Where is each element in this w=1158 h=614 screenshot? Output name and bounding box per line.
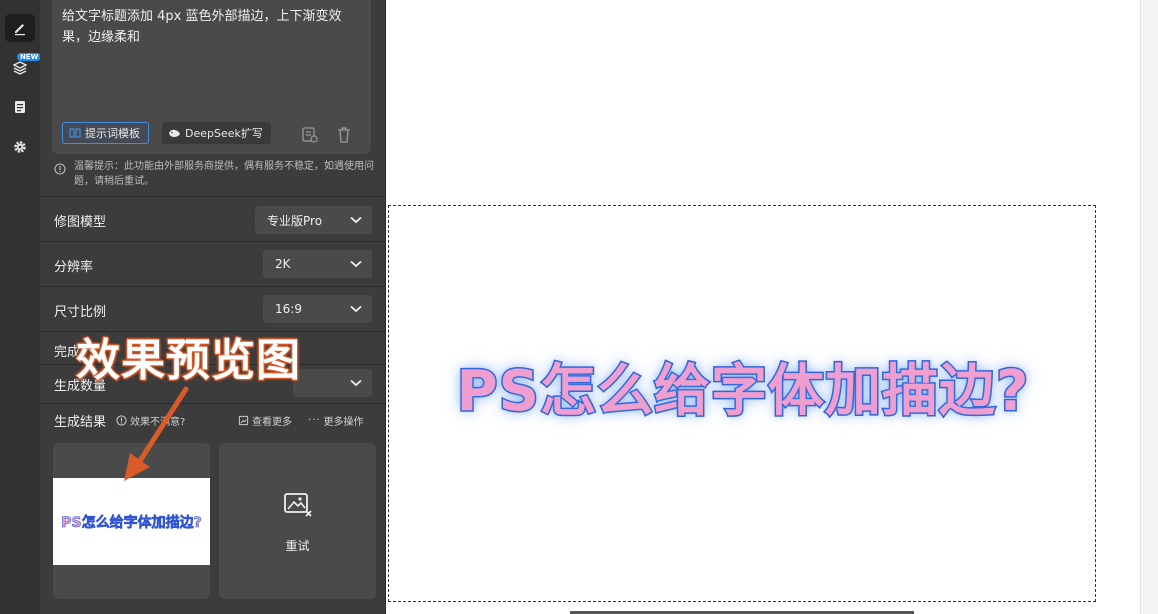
- service-notice: 温馨提示：此功能由外部服务商提供，偶有服务不稳定，如遇使用问题，请稍后重试。: [54, 159, 374, 189]
- more-actions-text: 更多操作: [323, 417, 364, 428]
- annotation-label: 效果预览图: [75, 334, 301, 387]
- resolution-select[interactable]: 2K: [263, 250, 372, 278]
- view-more-text: 查看更多: [252, 417, 292, 428]
- book-icon: [69, 128, 81, 138]
- settings-tool-button[interactable]: [5, 133, 35, 161]
- edit-tool-button[interactable]: [5, 14, 35, 42]
- notice-text: 温馨提示：此功能由外部服务商提供，偶有服务不稳定，如遇使用问题，请稍后重试。: [74, 161, 374, 187]
- divider: [40, 286, 385, 287]
- ai-edit-panel: 给文字标题添加 4px 蓝色外部描边，上下渐变效果，边缘柔和 提示词模板 Dee…: [40, 0, 386, 614]
- prompt-template-button[interactable]: 提示词模板: [62, 122, 149, 144]
- prompt-history-icon[interactable]: [301, 126, 319, 144]
- aspect-value: 16:9: [275, 302, 302, 316]
- chevron-down-icon: [350, 379, 362, 387]
- aspect-label: 尺寸比例: [54, 305, 107, 320]
- clipboard-icon: [15, 101, 25, 113]
- chevron-down-icon: [350, 216, 362, 224]
- ellipsis-icon: ···: [308, 415, 321, 426]
- resolution-value: 2K: [275, 257, 291, 271]
- chevron-down-icon: [350, 260, 362, 268]
- prompt-text[interactable]: 给文字标题添加 4px 蓝色外部描边，上下渐变效果，边缘柔和: [62, 6, 358, 48]
- new-badge: NEW: [17, 53, 42, 61]
- result-thumbnail[interactable]: PS怎么给字体加描边?: [53, 478, 210, 565]
- model-select[interactable]: 专业版Pro: [255, 206, 372, 234]
- results-label: 生成结果: [54, 415, 107, 430]
- info-icon: [54, 163, 66, 175]
- settings-icon: [14, 141, 26, 153]
- divider: [40, 241, 385, 242]
- count-select[interactable]: [293, 369, 372, 397]
- model-value: 专业版Pro: [267, 213, 323, 228]
- canvas-title-text: PS怎么给字体加描边?: [455, 358, 1030, 426]
- tool-sidebar: NEW: [0, 0, 42, 614]
- right-panel-edge: [1140, 0, 1158, 614]
- history-tool-button[interactable]: [5, 93, 35, 121]
- whale-icon: [169, 129, 180, 137]
- divider: [40, 403, 385, 404]
- aspect-select[interactable]: 16:9: [263, 295, 372, 323]
- more-actions-link[interactable]: ··· 更多操作: [308, 413, 364, 428]
- deepseek-expand-button[interactable]: DeepSeek扩写: [162, 122, 271, 144]
- selection-marquee: PS怎么给字体加描边?: [388, 205, 1096, 602]
- annotation-arrow: [124, 386, 189, 481]
- layers-icon: [12, 61, 28, 75]
- broken-image-icon: [284, 493, 312, 517]
- view-more-link[interactable]: 查看更多: [238, 413, 292, 428]
- edit-icon: [15, 24, 25, 36]
- prompt-template-label: 提示词模板: [85, 127, 140, 140]
- resolution-label: 分辨率: [54, 260, 94, 275]
- retry-label: 重试: [285, 539, 310, 553]
- model-label: 修图模型: [54, 215, 107, 230]
- retry-card[interactable]: 重试: [219, 443, 376, 599]
- trash-icon[interactable]: [336, 126, 352, 144]
- deepseek-label: DeepSeek扩写: [185, 127, 263, 140]
- chevron-down-icon: [350, 305, 362, 313]
- prompt-box[interactable]: 给文字标题添加 4px 蓝色外部描边，上下渐变效果，边缘柔和 提示词模板 Dee…: [52, 0, 371, 154]
- gallery-icon: [238, 415, 249, 426]
- thumbnail-title-text: PS怎么给字体加描边?: [61, 514, 202, 531]
- divider: [40, 196, 385, 197]
